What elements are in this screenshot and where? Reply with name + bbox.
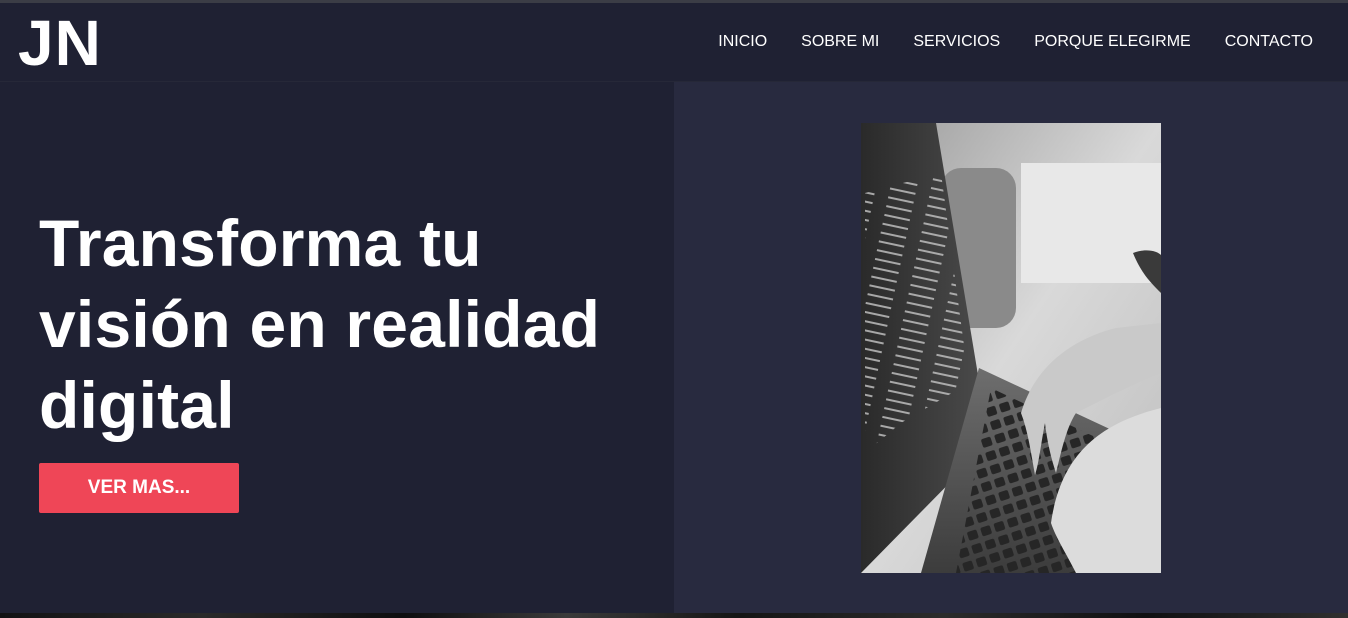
laptop-typing-photo [861, 123, 1161, 573]
hero-headline: Transforma tu visión en realidad digital [39, 206, 601, 442]
next-section-edge [0, 613, 1348, 618]
navbar: JN INICIO SOBRE MI SERVICIOS PORQUE ELEG… [0, 3, 1348, 82]
main-nav: INICIO SOBRE MI SERVICIOS PORQUE ELEGIRM… [718, 33, 1313, 51]
nav-link-inicio[interactable]: INICIO [718, 33, 767, 51]
logo[interactable]: JN [18, 8, 102, 78]
nav-link-sobre-mi[interactable]: SOBRE MI [801, 33, 879, 51]
nav-link-porque-elegirme[interactable]: PORQUE ELEGIRME [1034, 33, 1190, 51]
nav-link-contacto[interactable]: CONTACTO [1225, 33, 1313, 51]
ver-mas-button[interactable]: VER MAS... [39, 463, 239, 513]
hero-image-panel [674, 82, 1348, 613]
hero-text-panel: Transforma tu visión en realidad digital… [0, 82, 674, 613]
nav-link-servicios[interactable]: SERVICIOS [913, 33, 1000, 51]
